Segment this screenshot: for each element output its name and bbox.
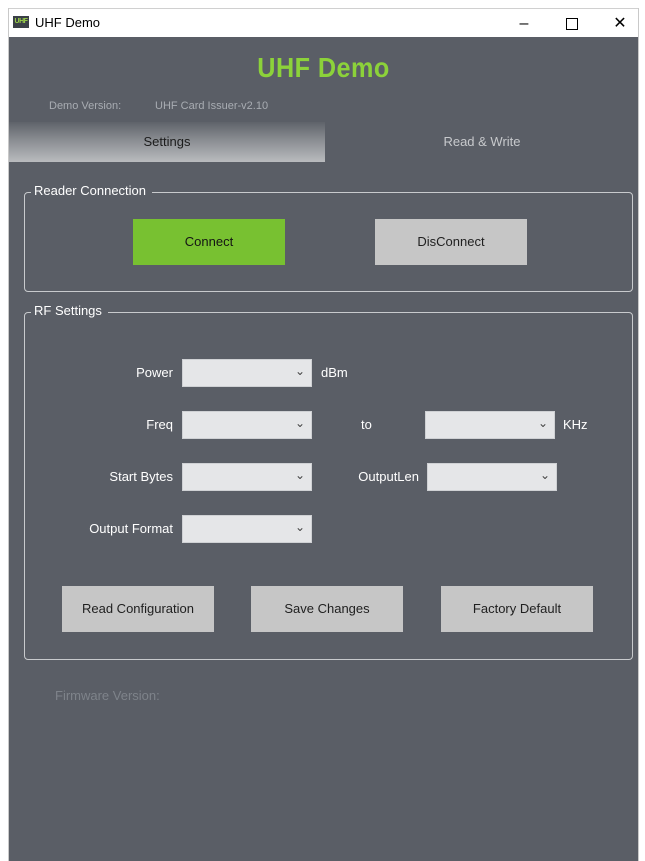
firmware-version-label: Firmware Version: bbox=[55, 688, 160, 703]
start-bytes-select[interactable]: ⌄ bbox=[182, 463, 312, 491]
read-configuration-button[interactable]: Read Configuration bbox=[62, 586, 214, 632]
chevron-down-icon: ⌄ bbox=[294, 468, 305, 482]
demo-version-label: Demo Version: bbox=[49, 100, 122, 112]
minimize-button[interactable]: – bbox=[501, 9, 547, 38]
connect-button[interactable]: Connect bbox=[133, 219, 285, 265]
window-title: UHF Demo bbox=[35, 15, 101, 30]
close-button[interactable]: ✕ bbox=[597, 9, 643, 38]
demo-version-value: UHF Card Issuer-v2.10 bbox=[155, 100, 269, 112]
chevron-down-icon: ⌄ bbox=[539, 468, 550, 482]
chevron-down-icon: ⌄ bbox=[294, 520, 305, 534]
maximize-button[interactable] bbox=[549, 9, 595, 38]
factory-default-button[interactable]: Factory Default bbox=[441, 586, 593, 632]
power-select[interactable]: ⌄ bbox=[182, 359, 312, 387]
chevron-down-icon: ⌄ bbox=[537, 416, 548, 430]
power-unit-label: dBm bbox=[321, 365, 348, 380]
reader-connection-group: Reader Connection Connect DisConnect bbox=[24, 183, 633, 292]
freq-label: Freq bbox=[146, 417, 173, 432]
tab-settings[interactable]: Settings bbox=[9, 122, 325, 162]
tab-read-write[interactable]: Read & Write bbox=[326, 122, 638, 162]
rf-settings-title: RF Settings bbox=[31, 303, 108, 318]
rf-settings-group: RF Settings Power ⌄ dBm Freq ⌄ to ⌄ KHz … bbox=[24, 303, 633, 660]
maximize-icon bbox=[566, 17, 578, 30]
disconnect-button[interactable]: DisConnect bbox=[375, 219, 527, 265]
reader-connection-title: Reader Connection bbox=[31, 183, 153, 198]
freq-to-label: to bbox=[361, 417, 372, 432]
title-bar: UHF UHF Demo – ✕ bbox=[9, 8, 638, 37]
output-len-select[interactable]: ⌄ bbox=[427, 463, 557, 491]
app-title: UHF Demo bbox=[257, 52, 390, 83]
save-changes-button[interactable]: Save Changes bbox=[251, 586, 403, 632]
output-len-label: OutputLen bbox=[358, 469, 419, 484]
chevron-down-icon: ⌄ bbox=[294, 416, 305, 430]
chevron-down-icon: ⌄ bbox=[294, 364, 305, 378]
output-format-label: Output Format bbox=[89, 521, 173, 536]
app-window: UHF UHF Demo – ✕ UHF Demo Demo Version: … bbox=[8, 8, 639, 861]
freq-unit-label: KHz bbox=[563, 417, 588, 432]
freq-from-select[interactable]: ⌄ bbox=[182, 411, 312, 439]
output-format-select[interactable]: ⌄ bbox=[182, 515, 312, 543]
power-label: Power bbox=[136, 365, 173, 380]
start-bytes-label: Start Bytes bbox=[109, 469, 173, 484]
app-logo-icon: UHF bbox=[13, 16, 29, 28]
freq-to-select[interactable]: ⌄ bbox=[425, 411, 555, 439]
